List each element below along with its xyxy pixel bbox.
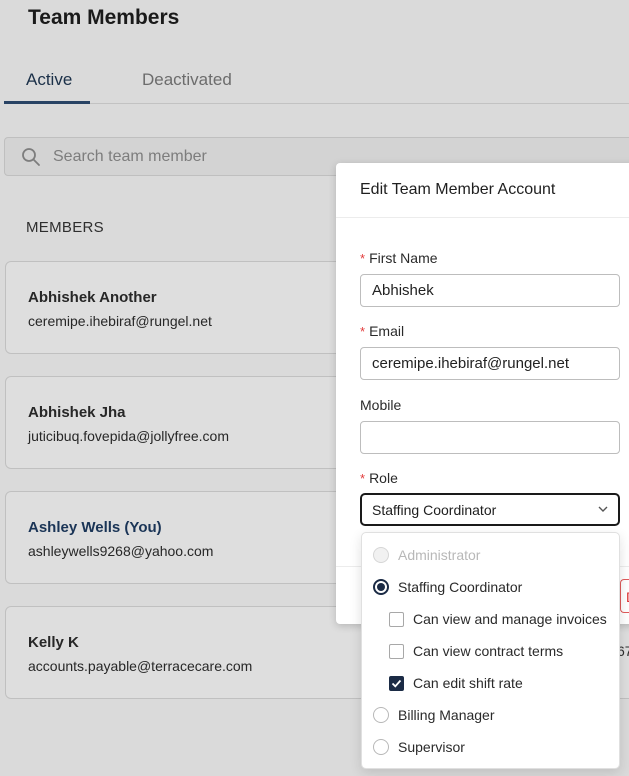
radio-icon <box>373 707 389 723</box>
first-name-input[interactable] <box>360 274 620 307</box>
permission-label: Can view and manage invoices <box>413 611 607 627</box>
permission-label: Can edit shift rate <box>413 675 523 691</box>
deactivate-button[interactable]: D <box>620 579 629 613</box>
role-option-administrator[interactable]: Administrator <box>362 539 619 571</box>
checkbox-icon <box>389 612 404 627</box>
role-option-label: Staffing Coordinator <box>398 579 523 595</box>
permission-manage-invoices[interactable]: Can view and manage invoices <box>362 603 619 635</box>
chevron-down-icon <box>598 506 608 512</box>
role-dropdown-menu: Administrator Staffing Coordinator Can v… <box>361 532 620 769</box>
role-select-value: Staffing Coordinator <box>372 502 497 518</box>
role-option-label: Supervisor <box>398 739 465 755</box>
role-option-staffing-coordinator[interactable]: Staffing Coordinator <box>362 571 619 603</box>
permission-label: Can view contract terms <box>413 643 564 659</box>
first-name-label: * First Name <box>360 250 438 266</box>
modal-title: Edit Team Member Account <box>360 181 556 198</box>
role-option-label: Billing Manager <box>398 707 495 723</box>
email-input[interactable] <box>360 347 620 380</box>
required-marker: * <box>360 471 366 486</box>
required-marker: * <box>360 251 366 266</box>
required-marker: * <box>360 324 366 339</box>
checkbox-icon <box>389 644 404 659</box>
checkbox-checked-icon <box>389 676 404 691</box>
mobile-input[interactable] <box>360 421 620 454</box>
role-select[interactable]: Staffing Coordinator <box>360 493 620 526</box>
role-option-label: Administrator <box>398 547 481 563</box>
radio-selected-icon <box>373 579 389 595</box>
radio-icon <box>373 739 389 755</box>
permission-edit-shift-rate[interactable]: Can edit shift rate <box>362 667 619 699</box>
radio-icon <box>373 547 389 563</box>
permission-contract-terms[interactable]: Can view contract terms <box>362 635 619 667</box>
mobile-label: Mobile <box>360 397 402 413</box>
modal-header: Edit Team Member Account <box>336 163 629 218</box>
role-option-billing-manager[interactable]: Billing Manager <box>362 699 619 731</box>
email-label: * Email <box>360 323 405 339</box>
role-label: * Role <box>360 470 398 486</box>
role-option-supervisor[interactable]: Supervisor <box>362 731 619 763</box>
